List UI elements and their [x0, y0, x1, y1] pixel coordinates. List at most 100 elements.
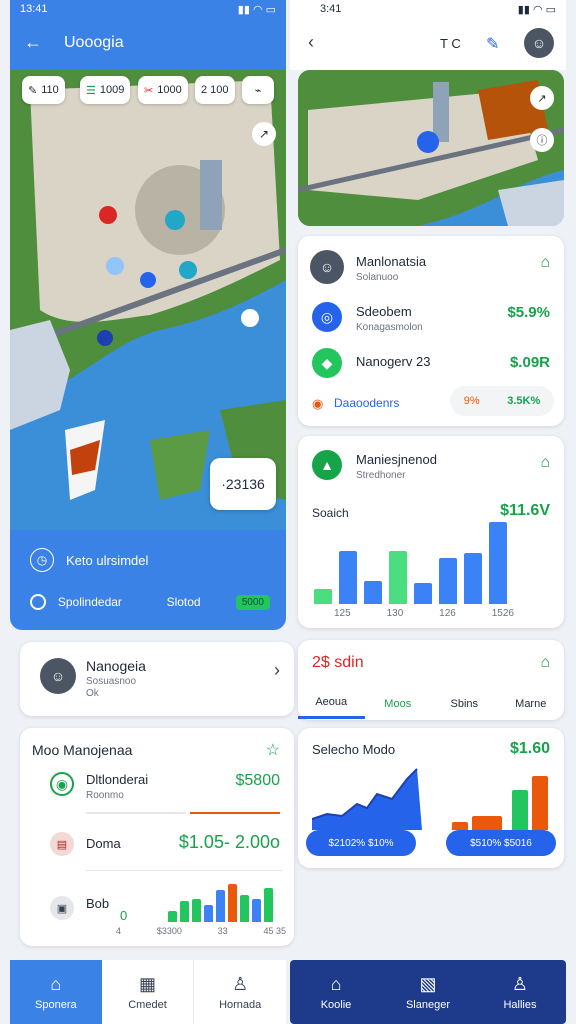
mini-bar-9	[264, 888, 273, 922]
info-icon: ⓘ	[536, 135, 548, 147]
row1-sub: Konagasmolon	[356, 322, 423, 333]
map-price-tag[interactable]: ·23136	[210, 458, 276, 510]
nav-item-chart[interactable]: ▦ Cmedet	[102, 960, 195, 1024]
bar-6	[439, 558, 457, 604]
bottom-nav: ⌂ Koolie ▧ Slaneger ♙ Hallies	[290, 960, 566, 1024]
home-outline-icon[interactable]: ⌂	[540, 454, 550, 472]
divider	[86, 870, 282, 871]
home-outline-icon[interactable]: ⌂	[540, 254, 550, 272]
mini-bar-4	[204, 905, 213, 922]
mini-bar-3	[192, 899, 201, 922]
box-icon: ▣	[50, 896, 74, 920]
status-time: 3:41	[320, 3, 342, 15]
bar-1	[314, 589, 332, 604]
chart-title: Maniesjnenod	[356, 452, 437, 467]
chart-label: Soaich	[312, 506, 349, 520]
map-pill-1[interactable]: ✎ 110	[22, 76, 65, 104]
nav-item-card[interactable]: ▧ Slaneger	[382, 960, 474, 1024]
tab-2[interactable]: Moos	[365, 698, 432, 718]
mini-bar-2	[180, 901, 189, 922]
status-time: 13:41	[20, 3, 48, 15]
area-chart-card: Selecho Modo $1.60 $2102% $10% $510% $50…	[298, 728, 564, 868]
footer-label[interactable]: Daaoodenrs	[334, 396, 399, 410]
tab-3[interactable]: Sbins	[431, 698, 498, 718]
area-chip-1[interactable]: $2102% $10%	[306, 830, 416, 856]
panel-title: Keto ulrsimdel	[66, 552, 149, 568]
coin-icon: ◉	[312, 396, 324, 411]
right-screen: 3:41 ▮▮ ◠ ▭ ‹ T C ✎ ☺ ↗ ⓘ ☺ Manlonatsia …	[290, 0, 566, 1024]
area-chart	[312, 768, 422, 830]
manager-card: Moo Manojenaa ☆ ◉ Dltlonderai Roonmo $58…	[20, 728, 294, 946]
progress-line	[190, 812, 280, 814]
nav-item-home[interactable]: ⌂ Koolie	[290, 960, 382, 1024]
layers-icon: ⌁	[254, 84, 262, 97]
item2-label: Doma	[86, 836, 121, 851]
blue-panel: ◷ Keto ulrsimdel Spolindedar Slotod 5000	[10, 532, 286, 630]
layers-button[interactable]: ⌁	[242, 76, 274, 104]
bar-chart	[314, 522, 514, 604]
profile-card[interactable]: ☺ Nanogeia Sosuasnoo Ok ›	[20, 642, 294, 716]
chart-xlabels: 125 130 126 1526	[334, 608, 514, 619]
bar-4	[389, 551, 407, 604]
chevron-right-icon: ›	[274, 660, 280, 680]
row2-value: $.09R	[509, 354, 550, 371]
pen-icon: ✎	[28, 84, 38, 97]
manager-title: Moo Manojenaa	[32, 742, 133, 758]
tag-icon: ✂	[144, 84, 154, 97]
map-compass-button[interactable]: ↗	[530, 86, 554, 110]
avatar: ☺	[40, 658, 76, 694]
panel-badge: 5000	[235, 594, 270, 610]
tabs-card-title: 2$ sdin	[312, 654, 364, 671]
mini-bar-8	[252, 899, 261, 922]
map-pill-2[interactable]: ☰ 1009	[80, 76, 131, 104]
list-icon: ☰	[86, 84, 96, 97]
map-compass-button[interactable]: ↗	[252, 122, 276, 146]
row2-label: Nanogerv 23	[356, 354, 431, 369]
area-title: Selecho Modo	[312, 742, 396, 757]
person-name: Manlonatsia	[356, 254, 427, 269]
mini-map[interactable]	[298, 70, 564, 226]
nav-item-user[interactable]: ♙ Hallies	[474, 960, 566, 1024]
card-icon: ▧	[419, 973, 437, 994]
row1-label: Sdeobem	[356, 304, 412, 319]
panel-row-value: Slotod	[166, 595, 201, 609]
tabs-card: 2$ sdin ⌂ Aeoua Moos Sbins Marne	[298, 640, 564, 720]
star-icon[interactable]: ☆	[266, 740, 280, 760]
item3-label: Bob	[86, 896, 110, 911]
stacked-bars	[448, 774, 554, 830]
map-pill-3[interactable]: ✂ 1000	[138, 76, 188, 104]
target-icon: ◉	[50, 772, 74, 796]
mini-bar-6	[228, 884, 237, 922]
back-chevron-icon[interactable]: ‹	[308, 32, 314, 53]
edit-icon[interactable]: ✎	[486, 34, 499, 54]
bar-8	[489, 522, 507, 604]
home-icon: ⌂	[50, 973, 62, 994]
item1-value: $5800	[235, 772, 281, 789]
home-outline-icon[interactable]: ⌂	[540, 654, 550, 672]
footer-pill[interactable]: 9% 3.5K%	[450, 386, 554, 416]
back-arrow-icon[interactable]: ←	[24, 32, 64, 53]
user-icon: ♙	[511, 973, 529, 994]
bottom-nav: ⌂ Sponera ▦ Cmedet ♙ Hornada	[10, 960, 286, 1024]
avatar[interactable]: ☺	[524, 28, 554, 58]
panel-row-label: Spolindedar	[57, 595, 122, 609]
tab-bar: Aeoua Moos Sbins Marne	[298, 696, 564, 719]
nav-item-home[interactable]: ⌂ Sponera	[10, 960, 102, 1024]
tab-4[interactable]: Marne	[498, 698, 565, 718]
bar-5	[414, 583, 432, 604]
panel-row[interactable]: Spolindedar Slotod 5000	[30, 594, 270, 610]
divider	[86, 812, 186, 814]
bar-chart-card: ▲ Maniesjnenod Stredhoner ⌂ Soaich $11.6…	[298, 436, 564, 628]
header-text-button[interactable]: T C	[440, 36, 461, 51]
bar-3	[364, 581, 382, 604]
map-pill-4[interactable]: 2 100	[195, 76, 235, 104]
tab-1[interactable]: Aeoua	[298, 696, 365, 719]
radio-icon	[30, 594, 46, 610]
bar-2	[339, 551, 357, 604]
area-chip-2[interactable]: $510% $5016	[446, 830, 556, 856]
map-info-button[interactable]: ⓘ	[530, 128, 554, 152]
mini-bar-5	[216, 890, 225, 922]
nav-item-user[interactable]: ♙ Hornada	[194, 960, 286, 1024]
area-value: $1.60	[509, 740, 550, 757]
chart-icon: ▦	[139, 973, 157, 994]
